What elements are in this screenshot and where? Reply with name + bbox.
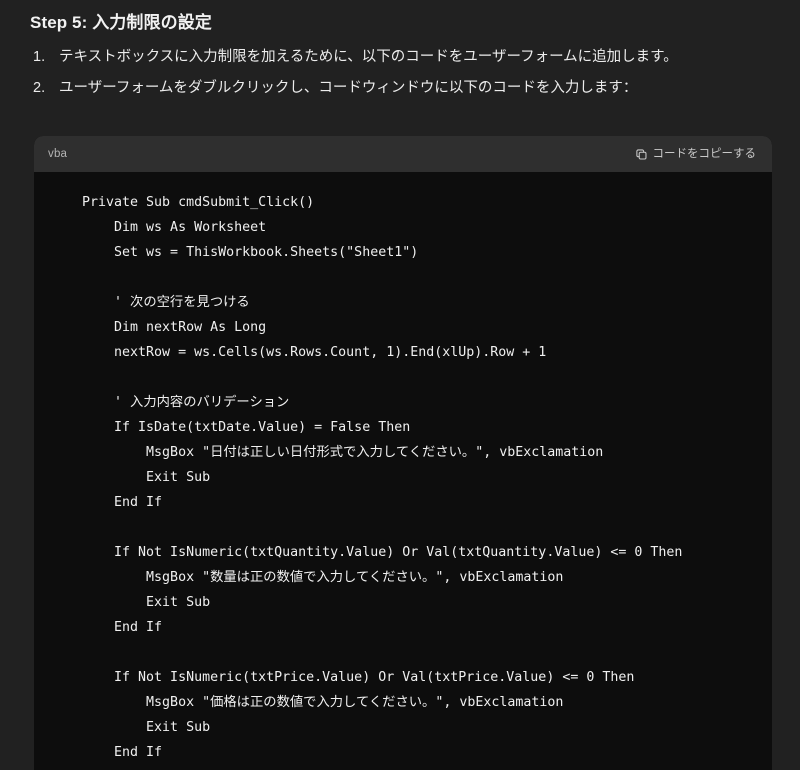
list-item-marker: 1. (33, 49, 46, 65)
list-item-label: ユーザーフォームをダブルクリックし、コードウィンドウに以下のコードを入力します： (59, 80, 638, 96)
code-block-header: vba コードをコピーする (34, 136, 772, 172)
list-item-marker: 2. (33, 80, 46, 96)
copy-icon (635, 148, 648, 161)
code-language-label: vba (48, 148, 68, 160)
instruction-list: 1. テキストボックスに入力制限を加えるために、以下のコードをユーザーフォームに… (0, 46, 800, 108)
list-item: 1. テキストボックスに入力制限を加えるために、以下のコードをユーザーフォームに… (0, 46, 800, 77)
list-item-label: テキストボックスに入力制限を加えるために、以下のコードをユーザーフォームに追加し… (59, 49, 678, 65)
list-item: 2. ユーザーフォームをダブルクリックし、コードウィンドウに以下のコードを入力し… (0, 77, 800, 108)
copy-code-label: コードをコピーする (652, 148, 757, 160)
page-title: Step 5: 入力制限の設定 (30, 13, 212, 32)
code-block: vba コードをコピーする Private Sub cmdSubmit_Clic… (34, 136, 772, 770)
copy-code-button[interactable]: コードをコピーする (635, 136, 757, 172)
code-block-body[interactable]: Private Sub cmdSubmit_Click() Dim ws As … (34, 172, 772, 770)
code-content: Private Sub cmdSubmit_Click() Dim ws As … (82, 195, 683, 760)
page-root: Step 5: 入力制限の設定 1. テキストボックスに入力制限を加えるために、… (0, 0, 800, 770)
